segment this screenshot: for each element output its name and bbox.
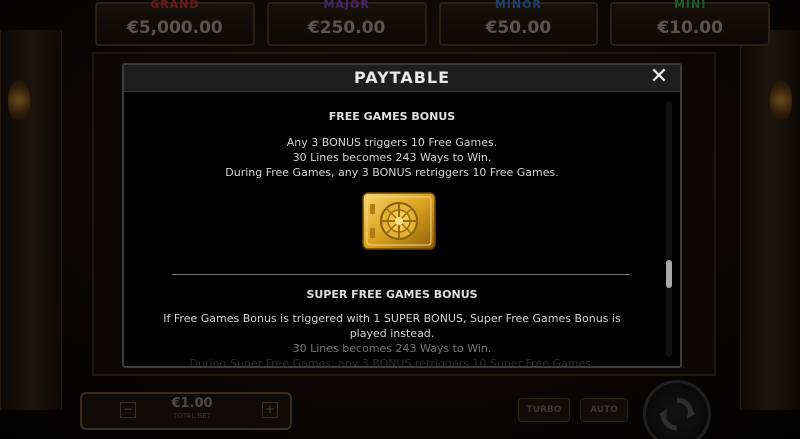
free-games-line: During Free Games, any 3 BONUS retrigger… bbox=[225, 166, 559, 179]
bet-value: €1.00 bbox=[171, 396, 213, 411]
jackpot-name: MINOR bbox=[494, 0, 542, 11]
super-free-games-line: If Free Games Bonus is triggered with 1 … bbox=[163, 312, 621, 325]
jackpot-mini: MINI €10.00 bbox=[610, 0, 770, 46]
jackpot-row: GRAND €5,000.00 MAJOR €250.00 MINOR €50.… bbox=[95, 0, 770, 48]
jackpot-name: MINI bbox=[673, 0, 707, 11]
paytable-content: FREE GAMES BONUS Any 3 BONUS triggers 10… bbox=[124, 91, 660, 366]
super-free-games-line: 30 Lines becomes 243 Ways to Win. bbox=[292, 342, 492, 355]
jackpot-minor: MINOR €50.00 bbox=[438, 0, 599, 46]
super-free-games-line: played instead. bbox=[349, 327, 435, 340]
super-free-games-description: If Free Games Bonus is triggered with 1 … bbox=[124, 311, 660, 368]
scrollbar-track[interactable] bbox=[666, 101, 672, 357]
right-pillar bbox=[740, 30, 800, 410]
free-games-title: FREE GAMES BONUS bbox=[328, 110, 456, 123]
vault-bonus-icon bbox=[362, 192, 436, 250]
close-button[interactable]: ✕ bbox=[648, 65, 670, 89]
free-games-line: 30 Lines becomes 243 Ways to Win. bbox=[292, 151, 492, 164]
super-free-games-title: SUPER FREE GAMES BONUS bbox=[306, 288, 478, 301]
jackpot-grand: GRAND €5,000.00 bbox=[95, 0, 255, 46]
paytable-modal: PAYTABLE ✕ FREE GAMES BONUS Any 3 BONUS … bbox=[122, 63, 682, 368]
jackpot-major: MAJOR €250.00 bbox=[266, 0, 427, 46]
free-games-description: Any 3 BONUS triggers 10 Free Games. 30 L… bbox=[124, 135, 660, 180]
lamp-left bbox=[8, 80, 30, 120]
bet-minus-button[interactable]: − bbox=[120, 402, 136, 418]
lamp-right bbox=[770, 80, 792, 120]
scrollbar-thumb[interactable] bbox=[666, 260, 672, 288]
free-games-line: Any 3 BONUS triggers 10 Free Games. bbox=[286, 136, 498, 149]
bet-caption: TOTAL BET bbox=[173, 412, 211, 420]
bottom-bar: − €1.00 TOTAL BET + TURBO AUTO bbox=[80, 380, 720, 439]
turbo-button[interactable]: TURBO bbox=[518, 398, 570, 422]
jackpot-name: GRAND bbox=[150, 0, 200, 11]
jackpot-name: MAJOR bbox=[323, 0, 370, 11]
spin-icon bbox=[659, 397, 695, 431]
super-free-games-line: During Super Free Games, any 3 BONUS ret… bbox=[189, 357, 595, 368]
modal-title: PAYTABLE bbox=[353, 68, 451, 87]
auto-button[interactable]: AUTO bbox=[580, 398, 628, 422]
bet-plus-button[interactable]: + bbox=[262, 402, 278, 418]
spin-button[interactable] bbox=[643, 380, 711, 439]
modal-header: PAYTABLE ✕ bbox=[124, 65, 680, 92]
bet-selector: − €1.00 TOTAL BET + bbox=[80, 392, 292, 430]
section-divider bbox=[172, 274, 630, 275]
